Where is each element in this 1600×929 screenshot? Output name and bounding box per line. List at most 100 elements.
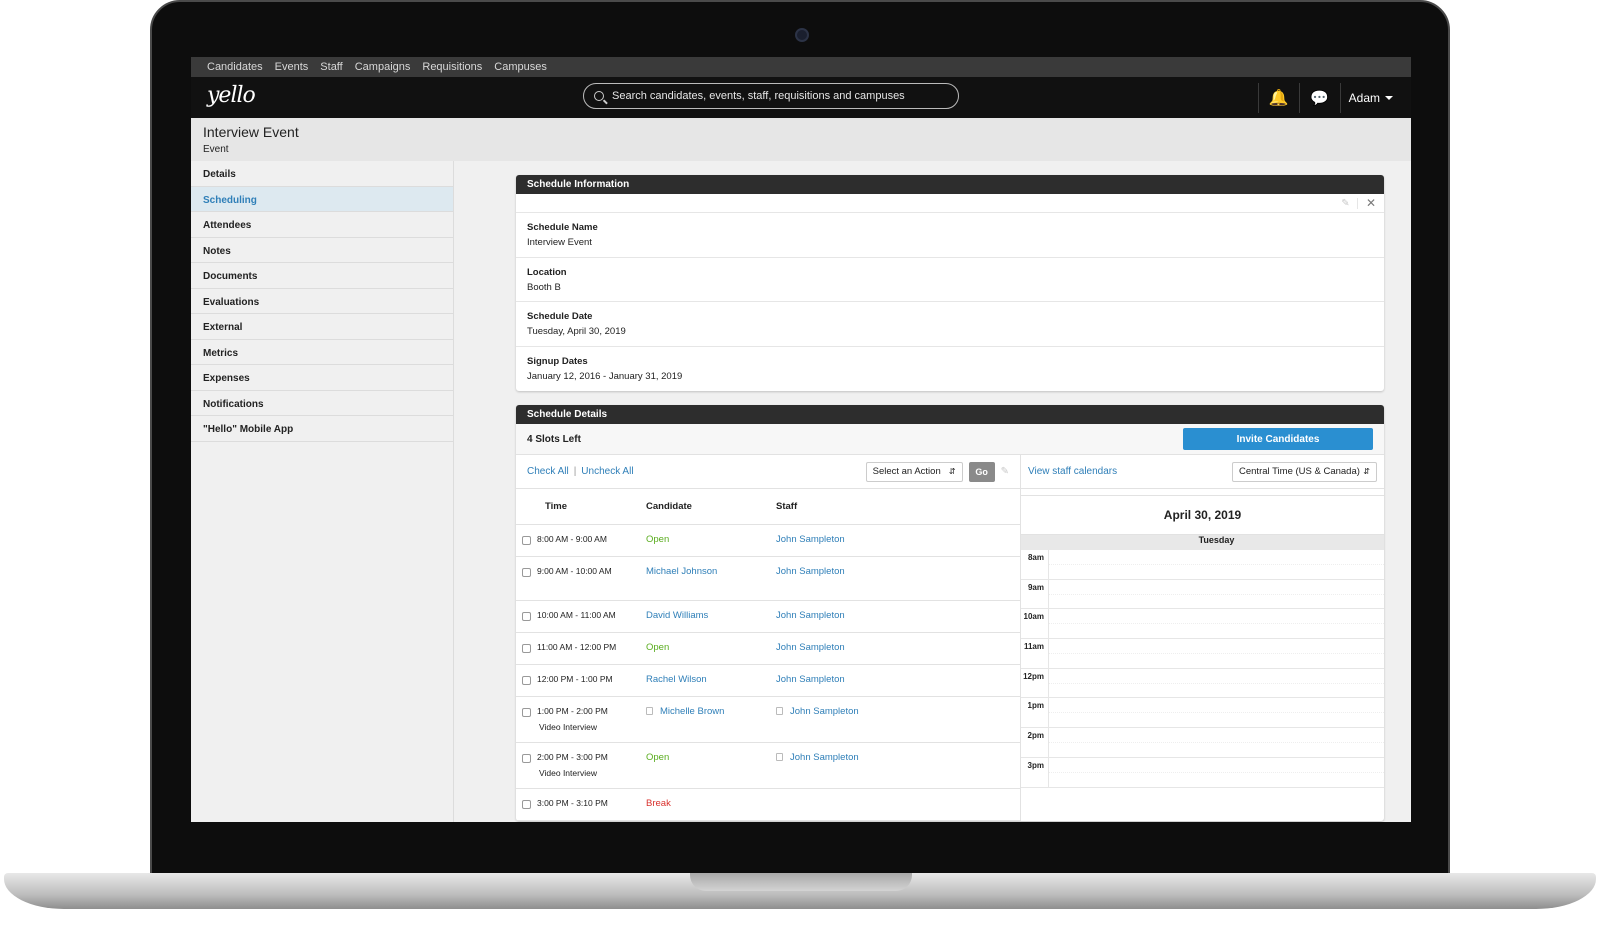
go-button[interactable]: Go xyxy=(968,461,995,482)
sidebar-item-metrics[interactable]: Metrics xyxy=(191,340,453,365)
hour-label: 1pm xyxy=(1021,698,1049,728)
hour-label: 10am xyxy=(1021,609,1049,639)
yello-logo[interactable]: yello xyxy=(207,83,256,108)
row-checkbox[interactable] xyxy=(522,800,531,809)
calendar-slot[interactable] xyxy=(1049,758,1384,773)
row-checkbox[interactable] xyxy=(522,754,531,763)
staff-link[interactable]: John Sampleton xyxy=(776,566,1020,600)
hour-label: 3pm xyxy=(1021,757,1049,787)
sidebar-item-attendees[interactable]: Attendees xyxy=(191,212,453,238)
card-toolbar: ✎ ✕ xyxy=(516,194,1384,213)
calendar-slot[interactable] xyxy=(1049,669,1384,684)
hour-label: 11am xyxy=(1021,639,1049,668)
column-staff: Staff xyxy=(776,501,798,512)
field-label: Signup Dates xyxy=(527,355,588,367)
table-row: 3:00 PM - 3:10 PM Break xyxy=(516,789,1020,821)
help-chat-icon[interactable]: 💬 xyxy=(1300,77,1340,118)
calendar-slot[interactable] xyxy=(1049,728,1384,744)
slots-row: 4 Slots Left Invite Candidates xyxy=(516,424,1384,455)
nav-events[interactable]: Events xyxy=(275,61,309,73)
sidebar-item-external[interactable]: External xyxy=(191,314,453,340)
invite-candidates-button[interactable]: Invite Candidates xyxy=(1183,428,1373,450)
pencil-icon[interactable]: ✎ xyxy=(1334,197,1358,209)
action-select[interactable]: Select an Action ⇵ xyxy=(865,461,963,482)
nav-candidates[interactable]: Candidates xyxy=(207,61,263,73)
candidate-link[interactable]: Rachel Wilson xyxy=(646,674,776,696)
timezone-select[interactable]: Central Time (US & Canada) ⇵ xyxy=(1232,461,1377,482)
staff-cell xyxy=(776,798,1020,820)
view-staff-calendars-link[interactable]: View staff calendars xyxy=(1028,466,1117,477)
schedule-information-card: Schedule Information ✎ ✕ Schedule Name I… xyxy=(516,175,1384,391)
candidate-link[interactable]: David Williams xyxy=(646,610,776,632)
calendar-slot[interactable] xyxy=(1049,580,1384,595)
sidebar-item-notes[interactable]: Notes xyxy=(191,238,453,263)
nav-requisitions[interactable]: Requisitions xyxy=(422,61,482,73)
column-candidate: Candidate xyxy=(646,501,692,512)
action-select-value: Select an Action xyxy=(872,466,941,477)
sidebar-item-documents[interactable]: Documents xyxy=(191,263,453,289)
main-content: Schedule Information ✎ ✕ Schedule Name I… xyxy=(454,161,1411,822)
uncheck-all-link[interactable]: Uncheck All xyxy=(581,466,633,477)
column-time: Time xyxy=(545,501,568,512)
hour-label: 9am xyxy=(1021,579,1049,609)
candidate-link[interactable]: Michael Johnson xyxy=(646,566,776,600)
staff-link[interactable]: John Sampleton xyxy=(790,706,859,717)
row-checkbox[interactable] xyxy=(522,568,531,577)
candidate-status: Open xyxy=(646,752,670,763)
calendar-slot[interactable] xyxy=(1049,639,1384,655)
close-icon[interactable]: ✕ xyxy=(1358,196,1384,210)
sidebar-item-expenses[interactable]: Expenses xyxy=(191,365,453,391)
table-row: 11:00 AM - 12:00 PM Open John Sampleton xyxy=(516,633,1020,665)
field-value: Booth B xyxy=(527,281,561,293)
nav-campaigns[interactable]: Campaigns xyxy=(355,61,411,73)
page-title: Interview Event xyxy=(203,124,299,140)
slot-time: 10:00 AM - 11:00 AM xyxy=(537,610,616,620)
chevron-updown-icon: ⇵ xyxy=(948,467,956,476)
candidate-status: Open xyxy=(646,642,670,653)
hour-label: 8am xyxy=(1021,550,1049,579)
sidebar-item-mobile-app[interactable]: "Hello" Mobile App xyxy=(191,416,453,442)
staff-link[interactable]: John Sampleton xyxy=(776,642,1020,664)
staff-link[interactable]: John Sampleton xyxy=(776,534,1020,556)
top-nav: Candidates Events Staff Campaigns Requis… xyxy=(191,57,1411,77)
calendar-hour: 8am xyxy=(1021,550,1384,580)
page-subtitle: Event xyxy=(203,144,229,155)
candidate-link[interactable]: Michelle Brown xyxy=(660,706,724,717)
table-row: 9:00 AM - 10:00 AM Michael Johnson John … xyxy=(516,557,1020,601)
nav-campuses[interactable]: Campuses xyxy=(494,61,547,73)
staff-link[interactable]: John Sampleton xyxy=(790,752,859,763)
row-checkbox[interactable] xyxy=(522,612,531,621)
calendar-hour: 3pm xyxy=(1021,757,1384,788)
calendar-hour: 9am xyxy=(1021,579,1384,610)
calendar-slot[interactable] xyxy=(1049,698,1384,714)
camera-icon xyxy=(795,28,809,42)
row-checkbox[interactable] xyxy=(522,676,531,685)
search-placeholder: Search candidates, events, staff, requis… xyxy=(612,90,905,102)
slot-time: 3:00 PM - 3:10 PM xyxy=(537,798,608,808)
card-heading: Schedule Details xyxy=(516,405,1384,424)
field-value: January 12, 2016 - January 31, 2019 xyxy=(527,370,683,382)
calendar-slot[interactable] xyxy=(1049,550,1384,565)
bell-icon[interactable]: 🔔 xyxy=(1259,77,1299,118)
row-checkbox[interactable] xyxy=(522,708,531,717)
check-all-link[interactable]: Check All xyxy=(527,466,569,477)
staff-link[interactable]: John Sampleton xyxy=(776,610,1020,632)
nav-staff[interactable]: Staff xyxy=(320,61,342,73)
field-label: Location xyxy=(527,266,567,278)
sidebar-item-scheduling[interactable]: Scheduling xyxy=(191,186,453,212)
sidebar-item-details[interactable]: Details xyxy=(191,161,453,187)
search-input[interactable]: Search candidates, events, staff, requis… xyxy=(583,83,959,109)
chevron-updown-icon: ⇵ xyxy=(1363,467,1370,476)
sidebar-item-evaluations[interactable]: Evaluations xyxy=(191,289,453,314)
user-menu[interactable]: Adam xyxy=(1341,91,1411,105)
staff-cell: John Sampleton xyxy=(776,752,1020,788)
calendar-slot[interactable] xyxy=(1049,609,1384,625)
laptop-notch xyxy=(690,873,912,891)
pencil-icon[interactable]: ✎ xyxy=(1001,466,1009,477)
row-checkbox[interactable] xyxy=(522,644,531,653)
staff-link[interactable]: John Sampleton xyxy=(776,674,1020,696)
calendar-hour: 11am xyxy=(1021,639,1384,669)
card-heading: Schedule Information xyxy=(516,175,1384,194)
row-checkbox[interactable] xyxy=(522,536,531,545)
sidebar-item-notifications[interactable]: Notifications xyxy=(191,391,453,416)
